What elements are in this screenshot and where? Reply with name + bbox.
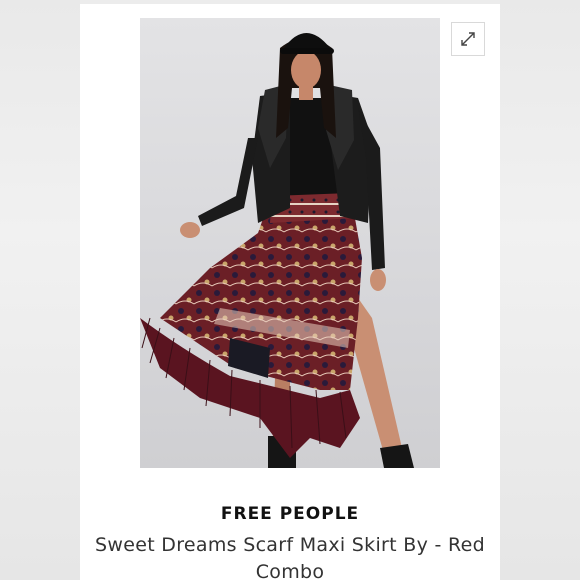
background-left — [0, 0, 80, 580]
model-illustration — [140, 33, 414, 468]
product-photo[interactable] — [140, 18, 440, 468]
expand-button[interactable] — [451, 22, 485, 56]
product-card: FREE PEOPLE Sweet Dreams Scarf Maxi Skir… — [80, 4, 500, 580]
expand-arrows-icon — [461, 32, 475, 46]
brand-name[interactable]: FREE PEOPLE — [80, 504, 500, 524]
product-title[interactable]: Sweet Dreams Scarf Maxi Skirt By - Red C… — [94, 532, 486, 580]
background-right — [500, 0, 580, 580]
